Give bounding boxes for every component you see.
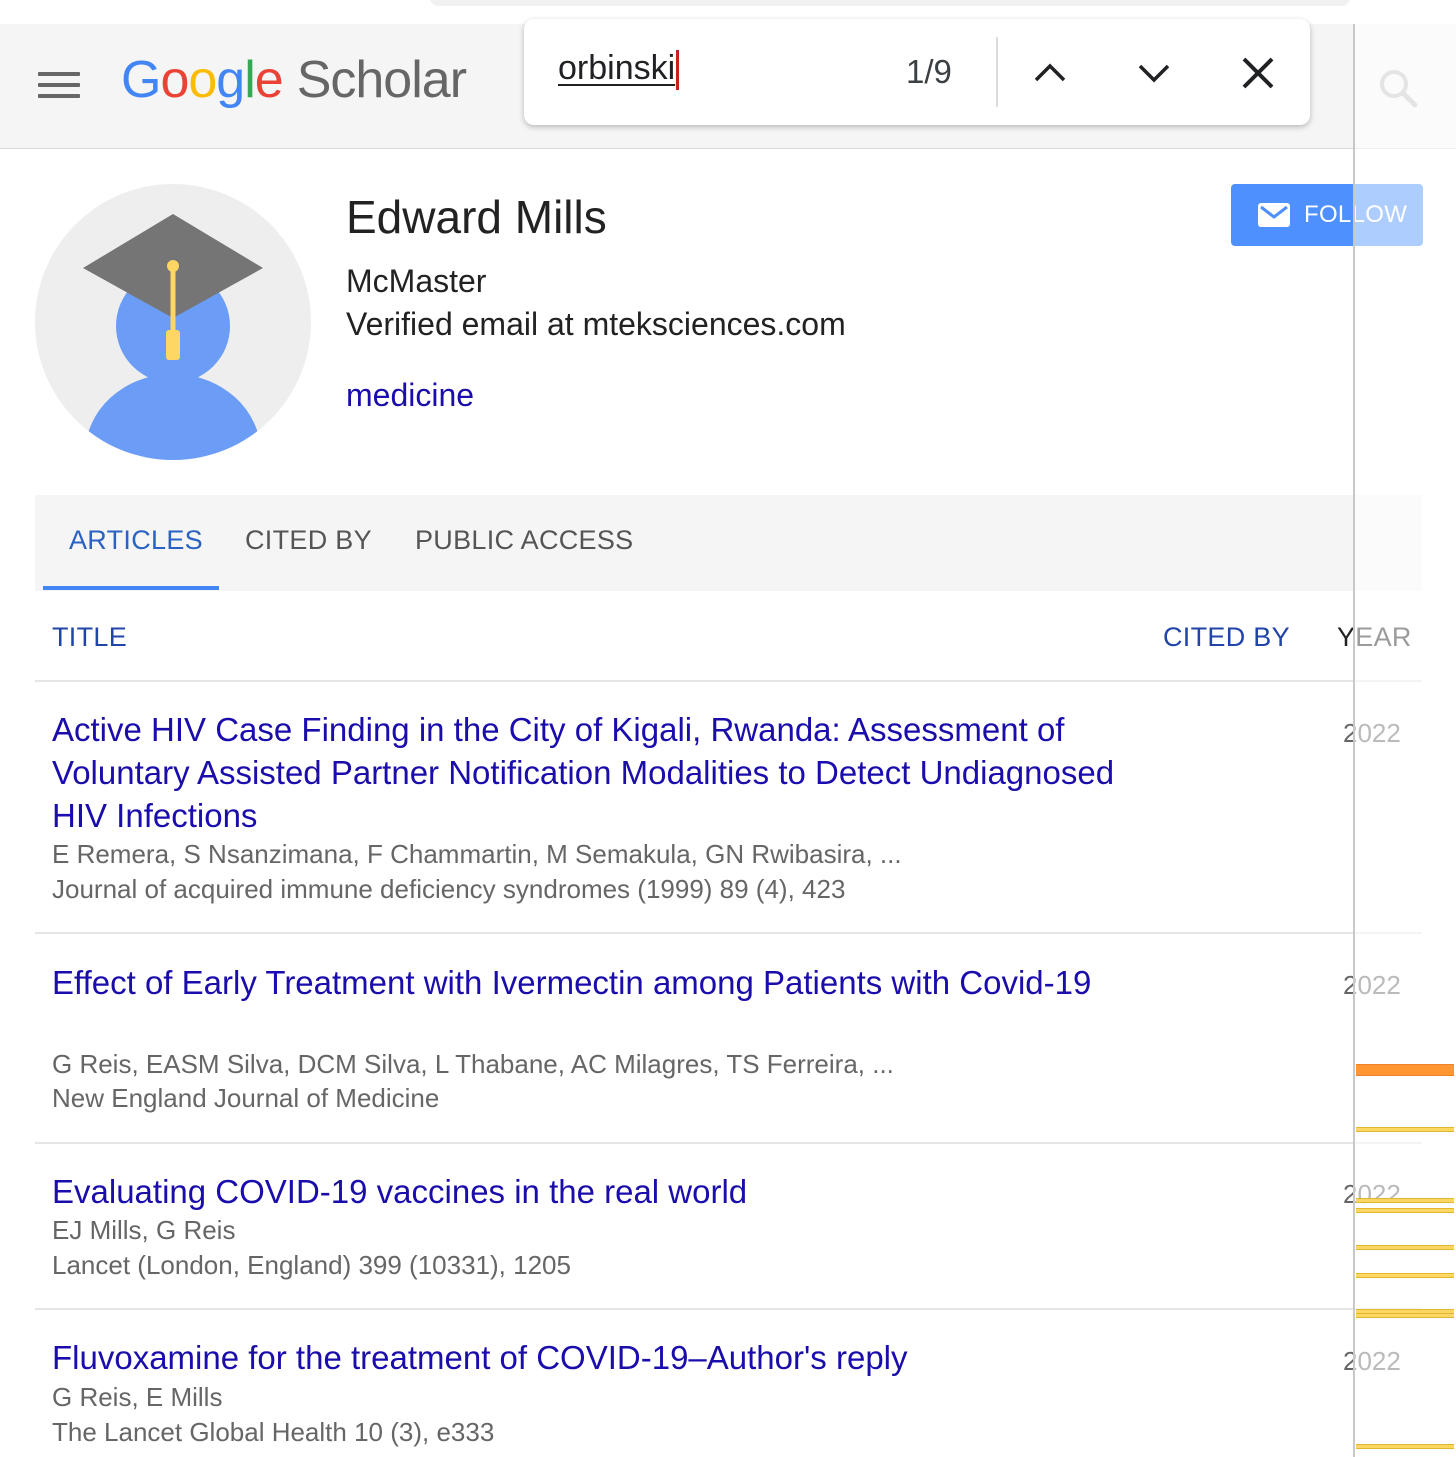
match-marker[interactable] bbox=[1356, 1313, 1454, 1318]
close-find-icon[interactable] bbox=[1230, 45, 1286, 101]
google-scholar-logo[interactable]: Google Scholar bbox=[121, 50, 467, 110]
previous-match-chevron-up-icon[interactable] bbox=[1022, 45, 1078, 101]
article-title-link[interactable]: Fluvoxamine for the treatment of COVID-1… bbox=[52, 1336, 1142, 1379]
profile-email: Verified email at mteksciences.com bbox=[346, 306, 846, 342]
logo-letter: o bbox=[188, 51, 217, 109]
match-marker[interactable] bbox=[1356, 1273, 1454, 1278]
article-venue: New England Journal of Medicine bbox=[52, 1083, 440, 1113]
find-query-input[interactable]: orbinski bbox=[558, 49, 888, 97]
article-authors: G Reis, EASM Silva, DCM Silva, L Thabane… bbox=[52, 1049, 894, 1079]
hamburger-menu-icon[interactable] bbox=[38, 70, 82, 100]
column-header-title[interactable]: TITLE bbox=[52, 622, 127, 653]
article-authors: EJ Mills, G Reis bbox=[52, 1215, 236, 1245]
text-caret bbox=[676, 50, 680, 91]
active-tab-indicator bbox=[43, 586, 219, 590]
current-match-marker[interactable] bbox=[1356, 1064, 1454, 1076]
tab-articles[interactable]: ARTICLES bbox=[69, 525, 203, 556]
profile-tabs: ARTICLES CITED BY PUBLIC ACCESS bbox=[35, 495, 1422, 591]
ghost-bar bbox=[430, 0, 1350, 6]
article-title-link[interactable]: Active HIV Case Finding in the City of K… bbox=[52, 708, 1142, 837]
article-title-link[interactable]: Evaluating COVID-19 vaccines in the real… bbox=[52, 1170, 1142, 1213]
match-marker[interactable] bbox=[1356, 1245, 1454, 1250]
article-venue: The Lancet Global Health 10 (3), e333 bbox=[52, 1417, 495, 1447]
article-title-link[interactable]: Effect of Early Treatment with Ivermecti… bbox=[52, 961, 1142, 1004]
find-divider bbox=[996, 37, 998, 107]
logo-letter: l bbox=[244, 51, 256, 109]
mail-icon bbox=[1258, 203, 1290, 227]
match-marker[interactable] bbox=[1356, 1127, 1454, 1132]
next-match-chevron-down-icon[interactable] bbox=[1126, 45, 1182, 101]
article-authors: E Remera, S Nsanzimana, F Chammartin, M … bbox=[52, 839, 902, 869]
row-divider bbox=[35, 932, 1422, 934]
find-match-count: 1/9 bbox=[906, 53, 952, 90]
logo-letter: g bbox=[216, 51, 245, 109]
research-interest-link[interactable]: medicine bbox=[346, 377, 474, 414]
tab-cited-by[interactable]: CITED BY bbox=[245, 525, 372, 556]
logo-letter: o bbox=[160, 51, 189, 109]
row-divider bbox=[35, 1308, 1422, 1310]
find-results-scrollbar[interactable] bbox=[1355, 24, 1456, 1457]
article-venue: Journal of acquired immune deficiency sy… bbox=[52, 874, 846, 904]
row-divider bbox=[35, 680, 1422, 682]
profile-affiliation: McMaster bbox=[346, 263, 487, 299]
tab-public-access[interactable]: PUBLIC ACCESS bbox=[415, 525, 633, 556]
logo-letter: e bbox=[254, 51, 284, 109]
logo-scholar-word: Scholar bbox=[296, 51, 467, 109]
graduate-avatar-icon bbox=[83, 214, 263, 460]
avatar bbox=[35, 184, 311, 460]
article-venue: Lancet (London, England) 399 (10331), 12… bbox=[52, 1250, 571, 1280]
row-divider bbox=[35, 1142, 1422, 1144]
find-in-page-bar: orbinski 1/9 bbox=[524, 19, 1310, 125]
find-query-text: orbinski bbox=[558, 49, 676, 87]
match-marker[interactable] bbox=[1356, 1444, 1454, 1449]
scrollbar-edge bbox=[1353, 24, 1355, 1457]
column-header-cited-by[interactable]: CITED BY bbox=[1163, 622, 1290, 653]
match-marker[interactable] bbox=[1356, 1208, 1454, 1213]
profile-name: Edward Mills bbox=[346, 191, 607, 243]
match-marker[interactable] bbox=[1356, 1198, 1454, 1203]
logo-letter: G bbox=[121, 51, 161, 109]
article-authors: G Reis, E Mills bbox=[52, 1382, 223, 1412]
